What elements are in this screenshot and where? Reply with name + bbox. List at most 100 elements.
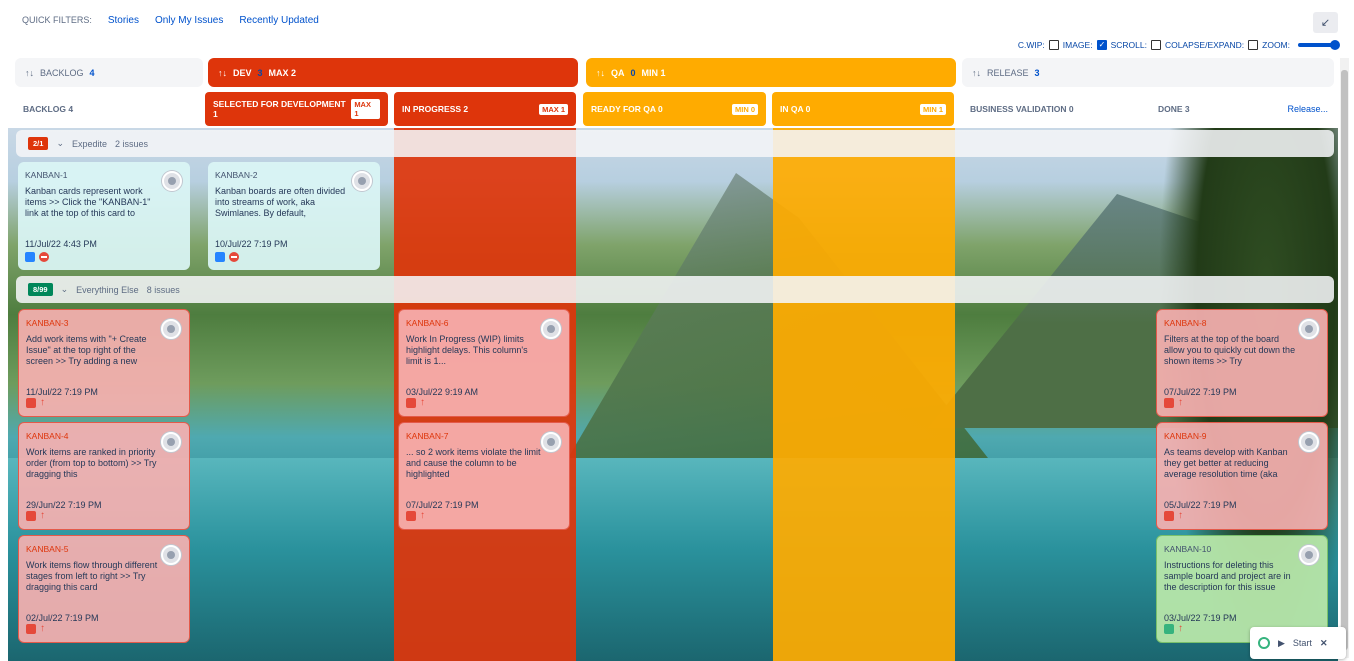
minimize-button[interactable]: ↙ <box>1313 12 1338 33</box>
card-key[interactable]: KANBAN-8 <box>1164 318 1320 328</box>
column-backlog[interactable]: BACKLOG 4 <box>15 92 200 126</box>
card-date: 03/Jul/22 7:19 PM <box>1164 613 1237 623</box>
card-summary: Work items are ranked in priority order … <box>26 447 157 479</box>
start-label[interactable]: Start <box>1293 638 1312 648</box>
column-inprogress[interactable]: IN PROGRESS 2 MAX 1 <box>394 92 576 126</box>
chevron-down-icon[interactable]: ⌄ <box>56 138 64 149</box>
card-date: 05/Jul/22 7:19 PM <box>1164 500 1237 510</box>
card-summary: Work items flow through different stages… <box>26 560 158 592</box>
priority-high-icon: ↑ <box>40 510 45 521</box>
card-kanban-7[interactable]: KANBAN-7 ... so 2 work items violate the… <box>398 422 570 530</box>
chevron-down-icon[interactable]: ⌄ <box>61 284 69 295</box>
image-label: IMAGE: <box>1062 40 1093 50</box>
column-backlog-label: BACKLOG 4 <box>23 104 74 114</box>
card-key[interactable]: KANBAN-7 <box>406 431 562 441</box>
card-date: 11/Jul/22 4:43 PM <box>25 239 97 249</box>
avatar[interactable] <box>1299 432 1319 452</box>
card-summary: Kanban cards represent work items >> Cli… <box>25 186 151 218</box>
avatar[interactable] <box>352 171 372 191</box>
cwip-checkbox[interactable] <box>1048 40 1059 50</box>
group-qa[interactable]: ↑↓ QA 0 MIN 1 <box>586 58 956 87</box>
card-key[interactable]: KANBAN-3 <box>26 318 182 328</box>
board-area: 2/1 ⌄ Expedite 2 issues 8/99 ⌄ Everythin… <box>8 128 1338 661</box>
column-bizval[interactable]: BUSINESS VALIDATION 0 <box>962 92 1145 126</box>
story-icon <box>215 252 225 262</box>
bug-icon <box>406 511 416 521</box>
collapse-checkbox[interactable] <box>1248 40 1259 50</box>
collapse-label: COLAPSE/EXPAND: <box>1164 40 1245 50</box>
scrollbar-thumb[interactable] <box>1341 70 1348 650</box>
card-summary: Instructions for deleting this sample bo… <box>1164 560 1291 592</box>
column-done[interactable]: DONE 3 Release... <box>1150 92 1336 126</box>
column-readyqa[interactable]: READY FOR QA 0 MIN 0 <box>583 92 766 126</box>
card-kanban-3[interactable]: KANBAN-3 Add work items with "+ Create I… <box>18 309 190 417</box>
release-link[interactable]: Release... <box>1287 104 1328 114</box>
card-key[interactable]: KANBAN-5 <box>26 544 182 554</box>
avatar[interactable] <box>161 319 181 339</box>
card-summary: Add work items with "+ Create Issue" at … <box>26 334 147 366</box>
card-summary: Filters at the top of the board allow yo… <box>1164 334 1296 366</box>
blocker-priority-icon <box>39 252 49 262</box>
scroll-label: SCROLL: <box>1110 40 1147 50</box>
column-selected-label: SELECTED FOR DEVELOPMENT 1 <box>213 99 346 119</box>
close-icon[interactable]: ✕ <box>1320 638 1328 649</box>
card-kanban-9[interactable]: KANBAN-9 As teams develop with Kanban th… <box>1156 422 1328 530</box>
card-kanban-6[interactable]: KANBAN-6 Work In Progress (WIP) limits h… <box>398 309 570 417</box>
avatar[interactable] <box>541 432 561 452</box>
column-done-label: DONE 3 <box>1158 104 1190 114</box>
column-inqa-badge: MIN 1 <box>919 103 946 115</box>
card-kanban-2[interactable]: KANBAN-2 Kanban boards are often divided… <box>208 162 380 270</box>
play-icon: ▶ <box>1278 637 1285 648</box>
collapse-arrows-icon: ↙ <box>1320 17 1331 29</box>
bug-icon <box>26 624 36 634</box>
card-key[interactable]: KANBAN-10 <box>1164 544 1320 554</box>
group-dev-max: MAX 2 <box>268 67 297 78</box>
group-release[interactable]: ↑↓ RELEASE 3 <box>962 58 1334 87</box>
avatar[interactable] <box>161 432 181 452</box>
group-dev-label: DEV <box>233 67 252 78</box>
avatar[interactable] <box>1299 545 1319 565</box>
card-kanban-8[interactable]: KANBAN-8 Filters at the top of the board… <box>1156 309 1328 417</box>
column-inqa[interactable]: IN QA 0 MIN 1 <box>772 92 954 126</box>
column-selected[interactable]: SELECTED FOR DEVELOPMENT 1 MAX 1 <box>205 92 388 126</box>
card-key[interactable]: KANBAN-6 <box>406 318 562 328</box>
zoom-slider[interactable] <box>1298 40 1340 50</box>
story-icon <box>25 252 35 262</box>
avatar[interactable] <box>541 319 561 339</box>
avatar[interactable] <box>162 171 182 191</box>
image-checkbox[interactable] <box>1096 40 1107 50</box>
card-kanban-5[interactable]: KANBAN-5 Work items flow through differe… <box>18 535 190 643</box>
vertical-scrollbar[interactable] <box>1340 58 1349 658</box>
card-key[interactable]: KANBAN-1 <box>25 170 183 180</box>
card-kanban-1[interactable]: KANBAN-1 Kanban cards represent work ite… <box>18 162 190 270</box>
sort-icon: ↑↓ <box>972 67 981 78</box>
board-options: C.WIP: IMAGE: SCROLL: COLAPSE/EXPAND: ZO… <box>1018 40 1340 50</box>
card-key[interactable]: KANBAN-4 <box>26 431 182 441</box>
card-key[interactable]: KANBAN-9 <box>1164 431 1320 441</box>
zoom-label: ZOOM: <box>1262 40 1290 50</box>
swimlane-expedite[interactable]: 2/1 ⌄ Expedite 2 issues <box>16 130 1334 157</box>
start-widget[interactable]: ▶ Start ✕ <box>1250 627 1346 659</box>
filter-stories[interactable]: Stories <box>108 15 139 26</box>
card-key[interactable]: KANBAN-2 <box>215 170 373 180</box>
card-summary: ... so 2 work items violate the limit an… <box>406 447 541 479</box>
background-lake <box>8 458 1338 661</box>
filter-recently-updated[interactable]: Recently Updated <box>239 15 319 26</box>
column-inqa-body <box>773 128 955 661</box>
column-selected-badge: MAX 1 <box>351 99 380 119</box>
group-backlog[interactable]: ↑↓ BACKLOG 4 <box>15 58 203 87</box>
priority-high-icon: ↑ <box>1178 397 1183 408</box>
group-dev[interactable]: ↑↓ DEV 3 MAX 2 <box>208 58 578 87</box>
swimlane-everything-else[interactable]: 8/99 ⌄ Everything Else 8 issues <box>16 276 1334 303</box>
scroll-checkbox[interactable] <box>1150 40 1161 50</box>
card-date: 10/Jul/22 7:19 PM <box>215 239 288 249</box>
blocker-priority-icon <box>229 252 239 262</box>
avatar[interactable] <box>1299 319 1319 339</box>
card-date: 11/Jul/22 7:19 PM <box>26 387 98 397</box>
card-kanban-4[interactable]: KANBAN-4 Work items are ranked in priori… <box>18 422 190 530</box>
group-backlog-count: 4 <box>89 67 95 78</box>
avatar[interactable] <box>161 545 181 565</box>
filter-only-my-issues[interactable]: Only My Issues <box>155 15 223 26</box>
group-release-count: 3 <box>1034 67 1040 78</box>
group-qa-count: 0 <box>630 67 636 78</box>
